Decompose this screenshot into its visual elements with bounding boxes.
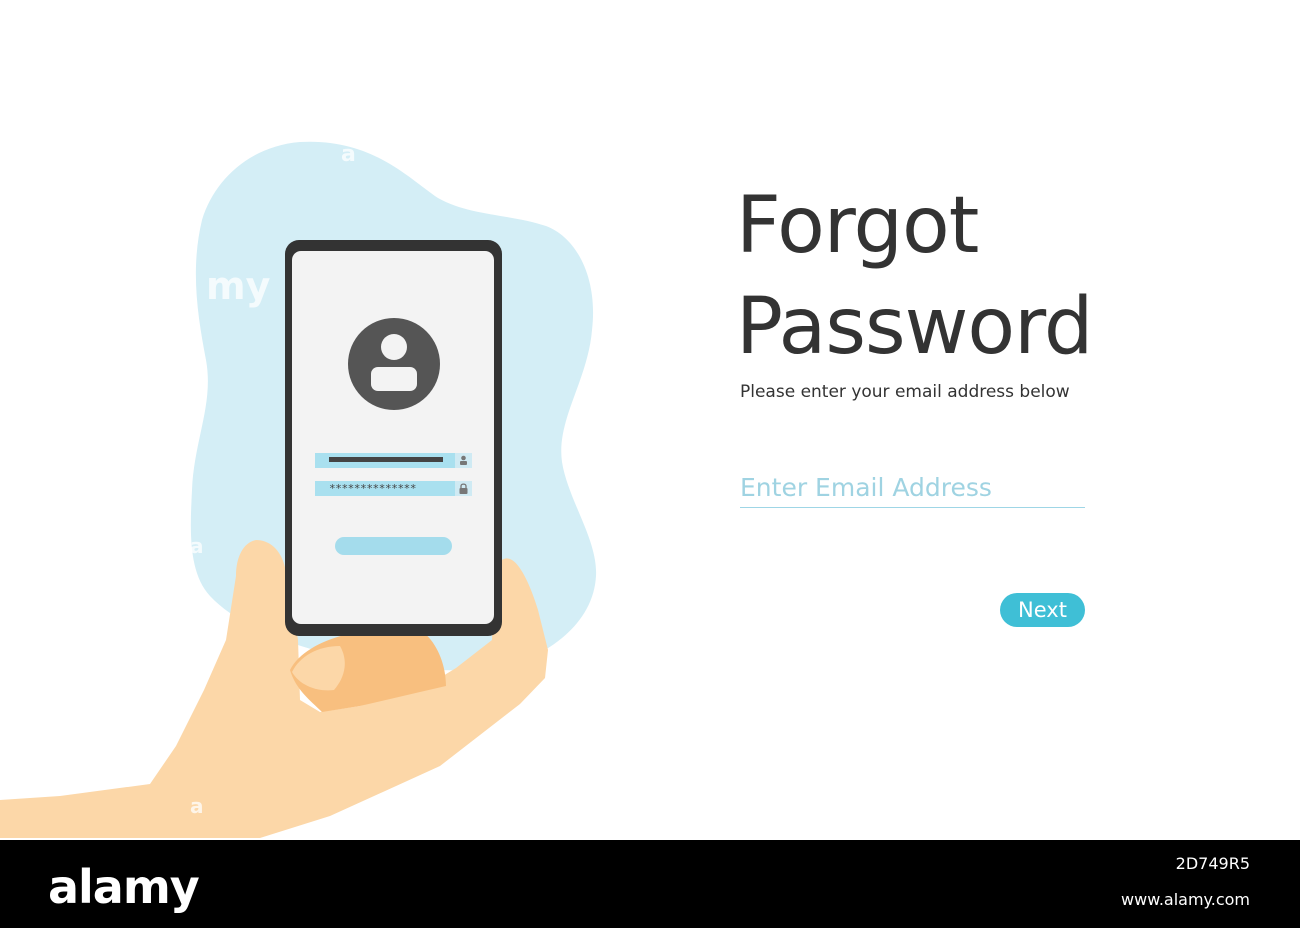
phone-username-field [315,453,472,468]
phone-in-hand-illustration: ************** [0,0,1300,840]
email-input[interactable] [740,468,1085,508]
phone-login-button [335,537,452,555]
next-button[interactable]: Next [1000,593,1085,627]
lock-icon [459,488,468,494]
footer-image-id: 2D749R5 [1175,854,1250,873]
stock-footer-bar: alamy 2D749R5 www.alamy.com [0,840,1300,928]
page-canvas: ************** a my a a Forgot Password … [0,0,1300,840]
page-title-line-2: Password [736,282,1093,372]
phone-screen [292,251,494,624]
user-avatar-icon [348,318,440,410]
phone-password-mask: ************** [329,482,417,495]
user-icon [461,455,466,461]
footer-logo: alamy [48,860,200,914]
page-title-line-1: Forgot [736,181,979,271]
page-title: Forgot Password [736,176,1156,378]
footer-url: www.alamy.com [1121,890,1250,909]
page-subtitle: Please enter your email address below [740,382,1070,402]
